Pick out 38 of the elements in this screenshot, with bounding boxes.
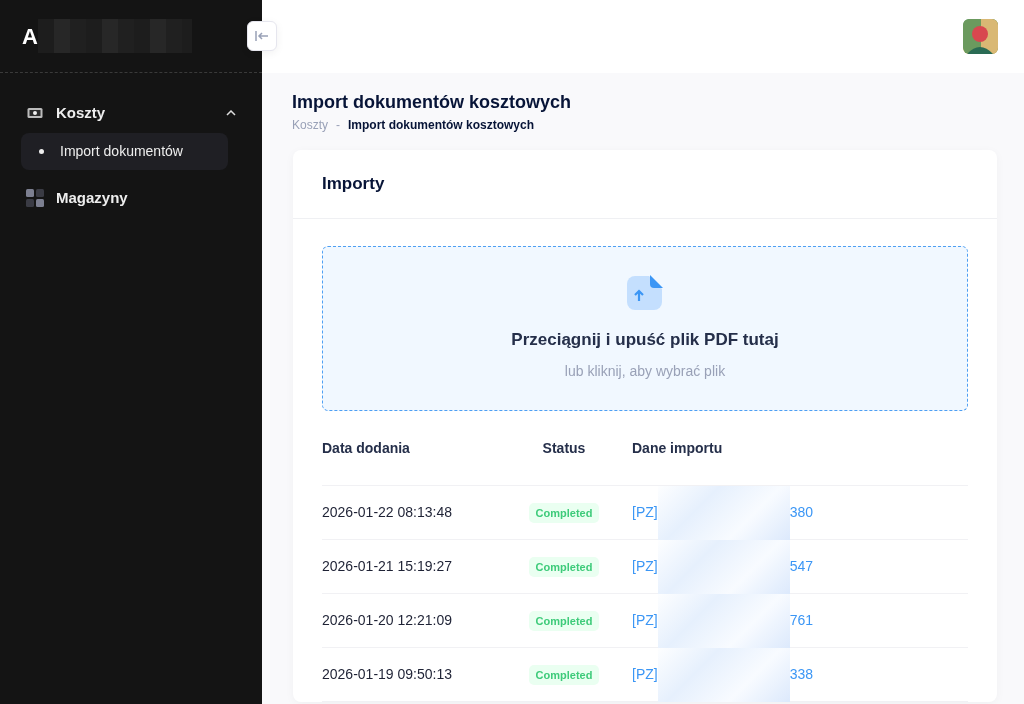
date-cell-text: 2026-01-19 09:50:13 (322, 665, 453, 684)
import-link[interactable]: [PZ] (632, 664, 658, 685)
column-header: Data dodania (322, 438, 411, 458)
grid-icon (26, 189, 44, 207)
menu-item[interactable]: Koszty (0, 93, 262, 133)
dropzone-title: Przeciągnij i upuść plik PDF tutaj (511, 329, 779, 352)
arrow-to-bar-left-icon (255, 31, 269, 41)
page-title: Import dokumentów kosztowych (292, 91, 573, 114)
file-dropzone[interactable]: Przeciągnij i upuść plik PDF tutaj lub kliknij, aby wybrać plik (322, 246, 968, 411)
date-cell-text: 2026-01-20 12:21:09 (322, 611, 453, 630)
column-header: Status (541, 438, 587, 458)
bullet-icon (39, 149, 44, 154)
import-link[interactable]: [PZ] (632, 502, 658, 523)
status-badge: Completed (528, 503, 600, 523)
status-badge: Completed (528, 665, 600, 685)
date-cell-text: 2026-01-22 08:13:48 (322, 503, 453, 522)
import-link[interactable]: [PZ] (632, 556, 658, 577)
collapse-sidebar-button[interactable] (247, 21, 277, 51)
column-header: Dane importu (632, 438, 723, 458)
submenu-item[interactable]: Import dokumentów (21, 133, 228, 170)
status-badge: Completed (528, 611, 600, 631)
import-link[interactable]: 380 (789, 502, 814, 523)
dropzone-hint: lub kliknij, aby wybrać plik (564, 361, 726, 381)
banknote-icon (26, 107, 44, 119)
date-cell-text: 2026-01-21 15:19:27 (322, 557, 453, 576)
breadcrumb-current: Import dokumentów kosztowych (348, 117, 535, 134)
import-link[interactable]: [PZ] (632, 610, 658, 631)
breadcrumb-separator: - (336, 117, 340, 134)
import-link[interactable]: 547 (789, 556, 814, 577)
file-upload-icon (627, 275, 663, 312)
logo-letter: A (22, 22, 38, 51)
breadcrumb-link[interactable]: Koszty (292, 116, 328, 134)
import-link[interactable]: 761 (789, 610, 814, 631)
card-title: Importy (293, 150, 997, 219)
menu-item[interactable]: Magazyny (0, 178, 262, 218)
avatar[interactable] (963, 19, 998, 54)
import-link[interactable]: 338 (789, 664, 814, 685)
status-badge: Completed (528, 557, 600, 577)
